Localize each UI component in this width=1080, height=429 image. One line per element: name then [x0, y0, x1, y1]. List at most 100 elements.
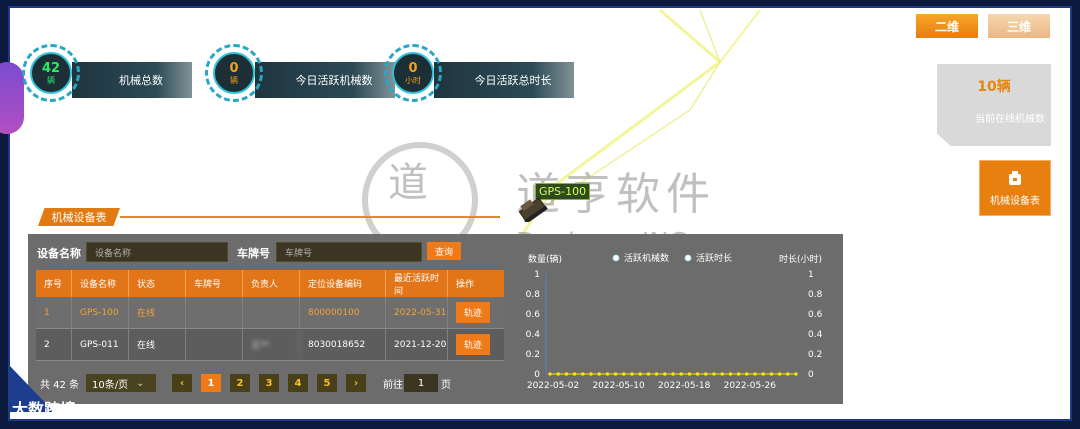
goto-label: 前往 [383, 379, 403, 391]
data-point [556, 372, 560, 376]
cell-owner: 王** [243, 329, 300, 360]
y-right-tick-label: 0 [808, 370, 814, 380]
x-tick-label: 2022-05-02 [527, 381, 579, 391]
data-point [614, 372, 618, 376]
data-point [655, 372, 659, 376]
data-point [794, 372, 798, 376]
page-button[interactable]: 4 [288, 374, 308, 392]
x-tick-label: 2022-05-26 [724, 381, 777, 391]
legend-marker [684, 254, 692, 262]
y-left-axis-label: 数量(辆) [528, 253, 562, 265]
y-right-tick-label: 0.8 [808, 290, 823, 300]
y-left-tick-label: 0 [534, 370, 540, 380]
plate-label: 车牌号 [237, 247, 270, 260]
page-size-value: 10条/页 [92, 379, 129, 391]
cell-plate [186, 329, 243, 360]
header-name: 设备名称 [72, 270, 129, 297]
data-point [761, 372, 765, 376]
panel-title-line [120, 216, 500, 218]
cell-code: 8030018652 [300, 329, 386, 360]
header-code: 定位设备编码 [300, 270, 386, 297]
device-icon [1009, 170, 1021, 185]
data-point [778, 372, 782, 376]
data-point [646, 372, 650, 376]
data-point [679, 372, 683, 376]
cell-time: 2021-12-20 1 [386, 329, 448, 360]
stat-active-machines: 今日活跃机械数 0 辆 [205, 44, 395, 102]
page-button[interactable]: 3 [259, 374, 279, 392]
cell-name: GPS-011 [72, 329, 129, 360]
chevron-down-icon: ⌄ [136, 377, 145, 389]
y-right-tick-label: 0.6 [808, 310, 823, 320]
cell-plate [186, 297, 243, 328]
x-tick-label: 2022-05-18 [658, 381, 711, 391]
pagination-controls: ‹ 1 2 3 4 5 › [172, 374, 375, 392]
query-button[interactable]: 查询 [427, 242, 461, 260]
prev-page-button[interactable]: ‹ [172, 374, 192, 392]
page-button[interactable]: 1 [201, 374, 221, 392]
y-left-tick-label: 0.2 [526, 350, 540, 360]
data-point [720, 372, 724, 376]
cell-code: 800000100 [300, 297, 386, 328]
data-point [704, 372, 708, 376]
cell-no: 2 [36, 329, 72, 360]
data-point [589, 372, 593, 376]
data-point [548, 372, 552, 376]
view-2d-button[interactable]: 二维 [916, 14, 978, 38]
table-row[interactable]: 1 GPS-100 在线 800000100 2022-05-31 1 轨迹 [36, 297, 504, 329]
stat-active-hours: 今日活跃总时长 0 小时 [384, 44, 574, 102]
header-no: 序号 [36, 270, 72, 297]
bottom-watermark-logo: 大数跨境 [12, 400, 77, 419]
data-point [630, 372, 634, 376]
stat-value: 0 [229, 60, 239, 76]
page-button[interactable]: 5 [317, 374, 337, 392]
stat-value: 42 [41, 60, 61, 76]
legend-marker [612, 254, 620, 262]
data-point [573, 372, 577, 376]
cell-status: 在线 [129, 297, 186, 328]
table-header: 序号 设备名称 状态 车牌号 负责人 定位设备编码 最近活跃时间 操作 [36, 270, 504, 297]
data-point [638, 372, 642, 376]
stat-label: 今日活跃总时长 [434, 62, 574, 98]
data-point [712, 372, 716, 376]
next-page-button[interactable]: › [346, 374, 366, 392]
vehicle-icon[interactable] [516, 196, 548, 222]
track-button[interactable]: 轨迹 [456, 302, 491, 323]
data-point [663, 372, 667, 376]
x-tick-label: 2022-05-10 [592, 381, 645, 391]
y-left-tick-label: 0.8 [526, 290, 541, 300]
cell-status: 在线 [129, 329, 186, 360]
stat-total-machines: 机械总数 42 辆 [22, 44, 212, 102]
stat-unit: 辆 [230, 75, 238, 85]
data-point [564, 372, 568, 376]
data-point [737, 372, 741, 376]
data-point [769, 372, 773, 376]
page-size-select[interactable]: 10条/页 ⌄ [86, 374, 156, 392]
data-point [696, 372, 700, 376]
legend-entry: 活跃时长 [696, 252, 732, 264]
plate-input[interactable]: 车牌号 [276, 242, 422, 262]
cell-name: GPS-100 [72, 297, 129, 328]
machine-table-button[interactable]: 机械设备表 [979, 160, 1051, 216]
header-status: 状态 [129, 270, 186, 297]
y-right-tick-label: 0.2 [808, 350, 822, 360]
track-button[interactable]: 轨迹 [456, 334, 491, 355]
table-row[interactable]: 2 GPS-011 在线 王** 8030018652 2021-12-20 1… [36, 329, 504, 361]
goto-page-input[interactable]: 1 [404, 374, 438, 392]
goto-suffix: 页 [441, 379, 451, 391]
header-owner: 负责人 [243, 270, 300, 297]
online-count-value: 10辆 [977, 79, 1011, 95]
cell-no: 1 [36, 297, 72, 328]
data-point [687, 372, 691, 376]
route-line-2 [719, 9, 761, 63]
data-point [605, 372, 609, 376]
cell-owner [243, 297, 300, 328]
data-point [597, 372, 601, 376]
device-name-input[interactable]: 设备名称 [86, 242, 228, 262]
page-button[interactable]: 2 [230, 374, 250, 392]
view-3d-button[interactable]: 三维 [988, 14, 1050, 38]
cell-time: 2022-05-31 1 [386, 297, 448, 328]
y-right-tick-label: 0.4 [808, 330, 823, 340]
online-count-label: 当前在线机械数 [975, 114, 1045, 125]
data-point [728, 372, 732, 376]
